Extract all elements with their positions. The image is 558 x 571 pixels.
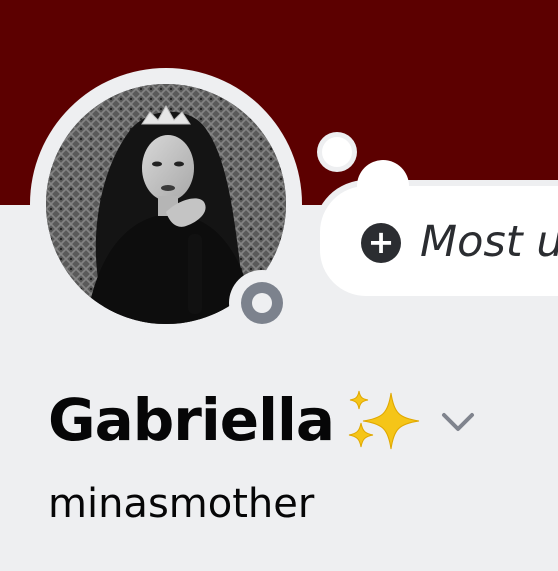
display-name: Gabriella <box>48 386 335 454</box>
profile-card: + Most u Gabriella minasmother <box>0 0 558 571</box>
offline-status-icon-hole <box>252 293 272 313</box>
chevron-down-icon[interactable] <box>436 405 480 439</box>
thought-bubble-join <box>360 186 406 216</box>
sparkles-icon <box>348 390 420 450</box>
plus-circle-icon[interactable]: + <box>361 223 401 263</box>
thought-bubble-small <box>322 137 352 167</box>
custom-status-text[interactable]: Most u <box>420 214 558 270</box>
username: minasmother <box>48 481 315 527</box>
